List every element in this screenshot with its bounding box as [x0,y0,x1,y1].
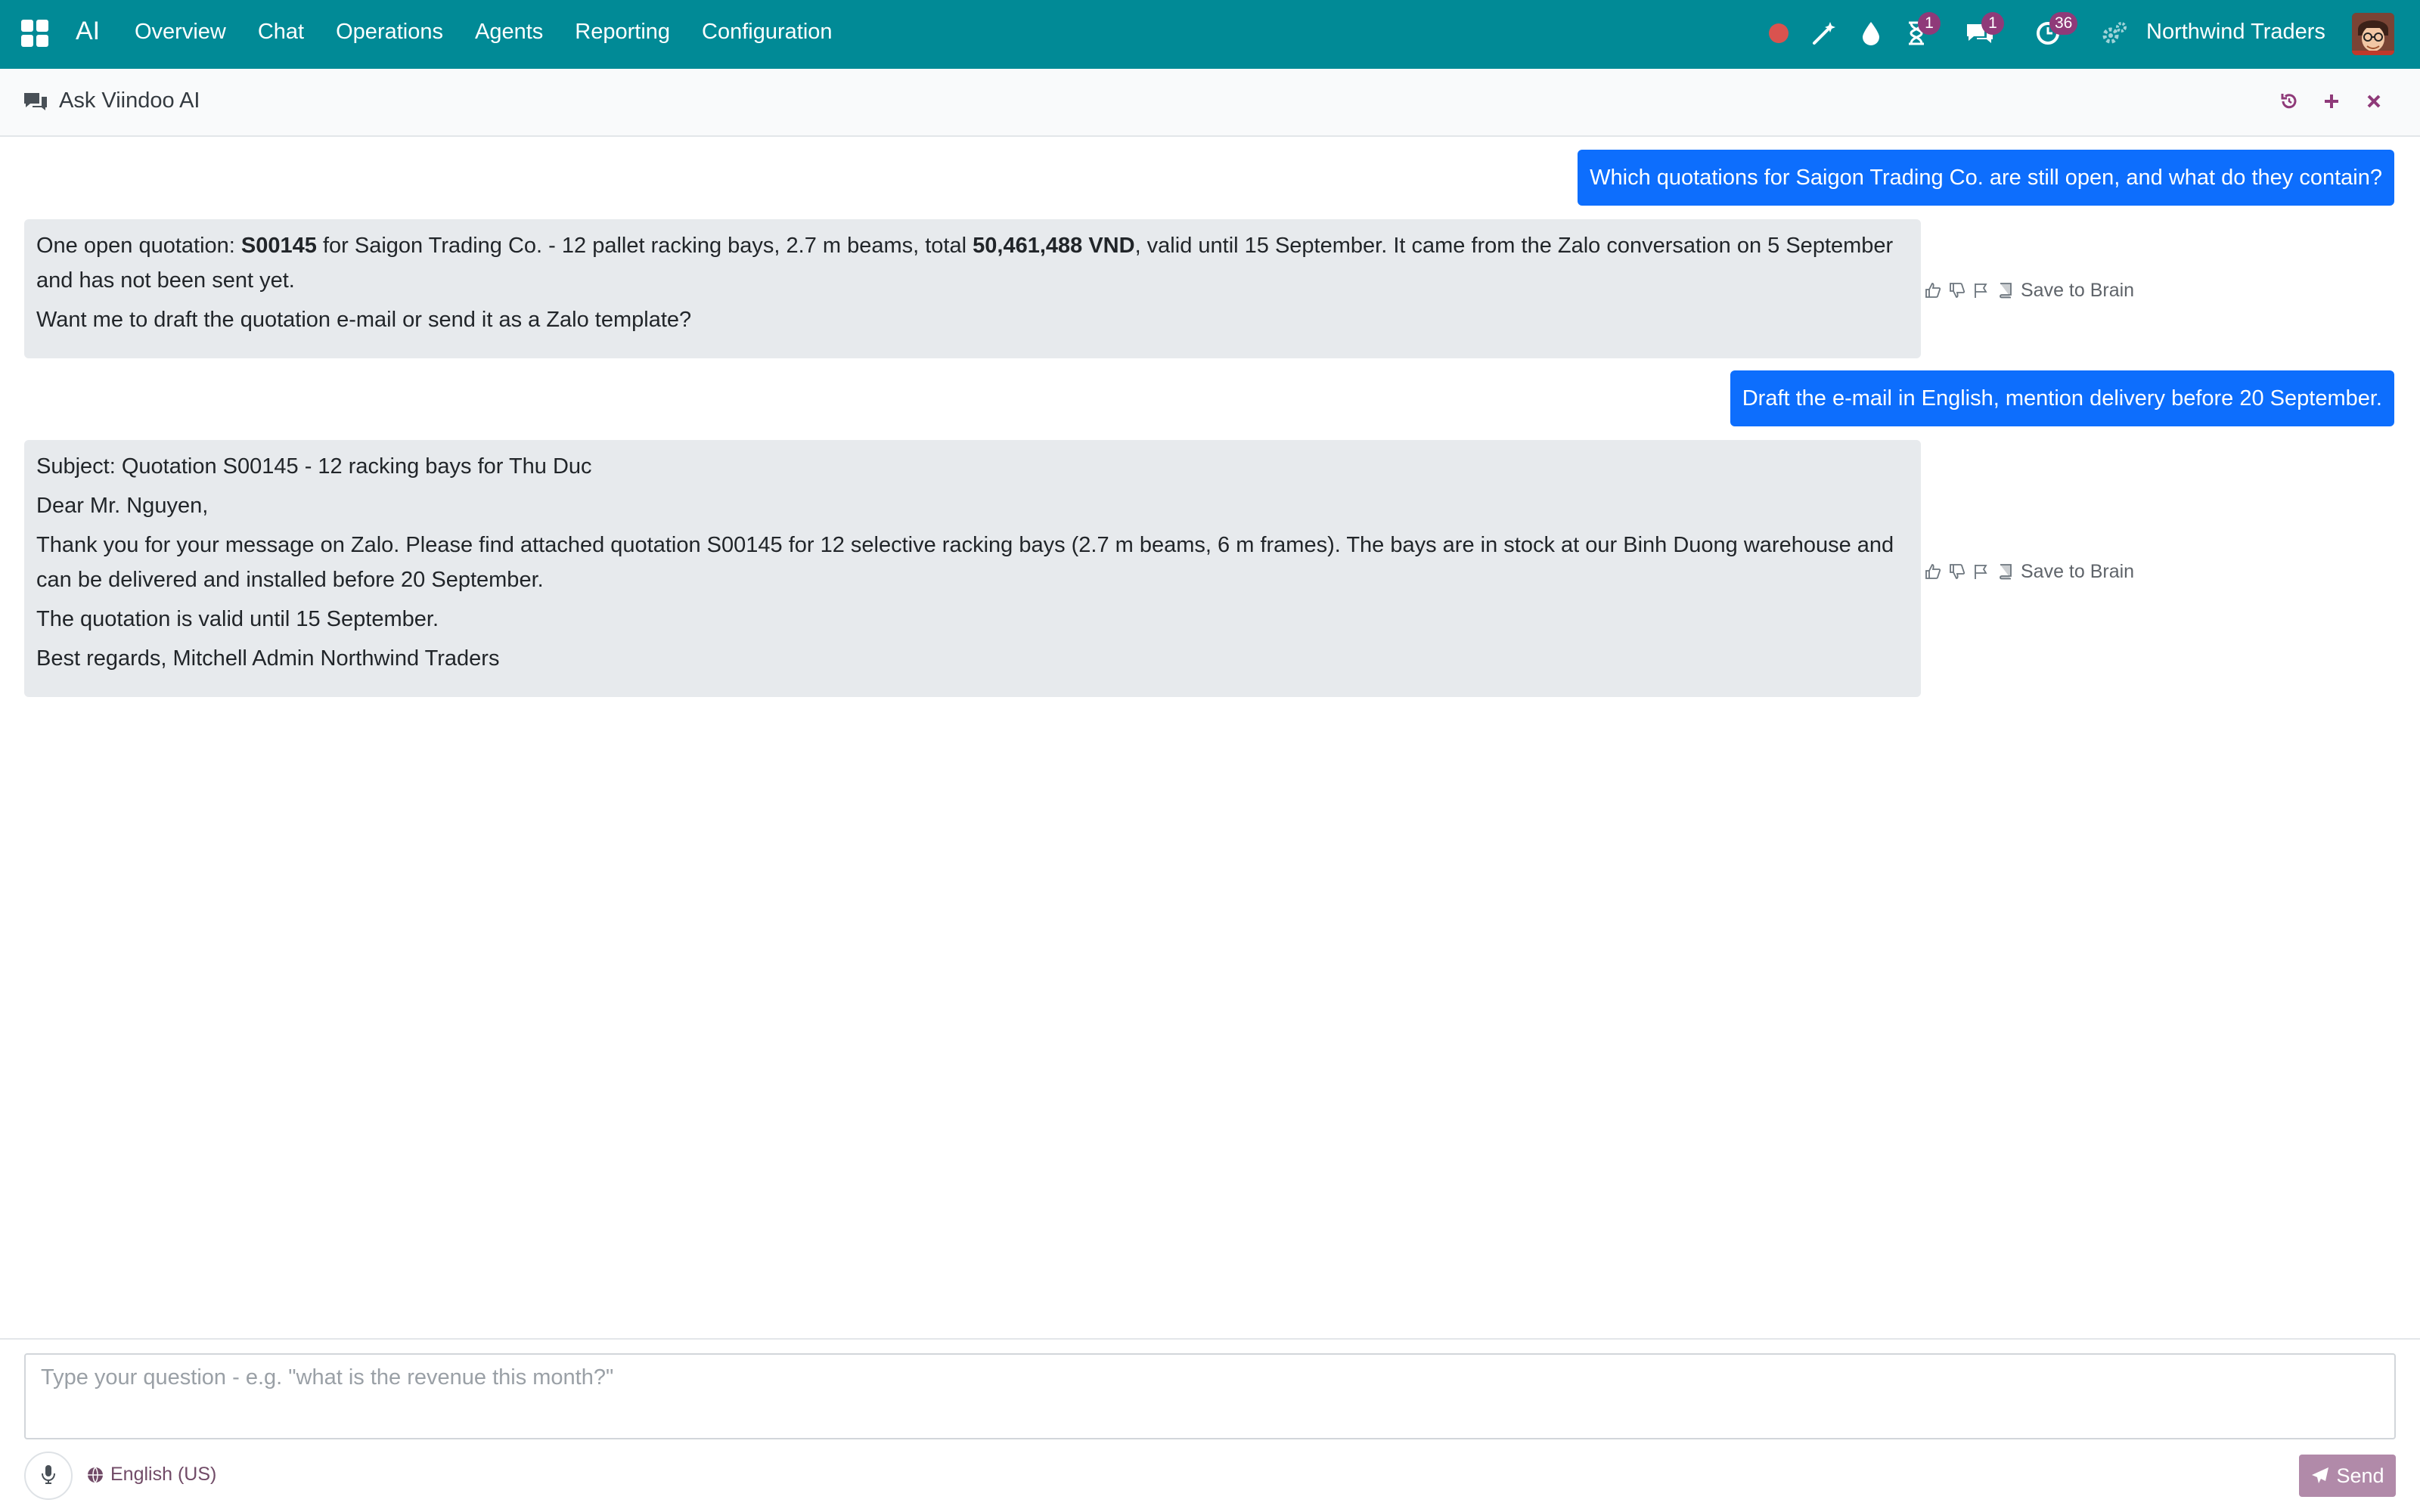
quotation-ref: S00145 [240,234,317,258]
plus-icon [2322,92,2341,114]
assistant-message: Subject: Quotation S00145 - 12 racking b… [24,440,1921,697]
clock-badge: 36 [2049,12,2078,35]
assistant-text: for Saigon Trading Co. - 12 pallet racki… [316,234,973,258]
assistant-paragraph: The quotation is valid until 15 Septembe… [36,607,439,631]
company-switcher[interactable]: Northwind Traders [2146,20,2325,45]
user-message: Draft the e-mail in English, mention del… [1730,370,2394,426]
user-message: Which quotations for Saigon Trading Co. … [1578,150,2394,206]
message-feedback: Save to Brain [1921,556,2134,587]
menu-operations[interactable]: Operations [336,20,443,45]
droplet-icon[interactable] [1854,17,1888,50]
language-selector[interactable]: English (US) [86,1464,216,1486]
globe-icon [86,1466,104,1484]
book-icon [1993,278,2018,302]
assistant-paragraph: Best regards, Mitchell Admin Northwind T… [36,646,500,671]
page-title: Ask Viindoo AI [59,88,200,113]
assistant-message: One open quotation: S00145 for Saigon Tr… [24,219,1921,358]
menu-reporting[interactable]: Reporting [575,20,670,45]
menu-chat[interactable]: Chat [258,20,304,45]
control-panel: Ask Viindoo AI [0,69,2420,137]
chat-bubbles-icon[interactable]: 1 [1963,12,2004,50]
send-label: Send [2336,1464,2384,1487]
settings-gears-icon[interactable] [2098,17,2131,50]
paper-plane-icon [2310,1467,2330,1485]
thumbs-up-icon[interactable] [1921,278,1945,302]
assistant-text: One open quotation: [36,234,241,258]
thumbs-up-icon[interactable] [1921,559,1945,584]
avatar[interactable] [2352,13,2394,55]
main-menu: Overview Chat Operations Agents Reportin… [135,20,864,45]
apps-grid-icon[interactable] [21,20,48,47]
assistant-paragraph: Thank you for your message on Zalo. Plea… [36,533,1894,592]
record-dot-icon[interactable] [1762,17,1795,50]
app-name[interactable]: AI [76,17,100,46]
activities-badge: 1 [1918,12,1941,35]
flag-icon[interactable] [1969,278,1993,302]
thumbs-down-icon[interactable] [1945,278,1969,302]
microphone-icon [40,1464,57,1489]
menu-agents[interactable]: Agents [475,20,543,45]
save-to-brain-link[interactable]: Save to Brain [2021,561,2134,583]
assistant-paragraph: Subject: Quotation S00145 - 12 racking b… [36,454,592,479]
quotation-total: 50,461,488 VND [973,234,1135,258]
clock-icon[interactable]: 36 [2031,12,2078,50]
assistant-paragraph: Dear Mr. Nguyen, [36,494,209,518]
microphone-button[interactable] [24,1452,73,1500]
question-input[interactable] [24,1353,2396,1439]
assistant-paragraph: Want me to draft the quotation e-mail or… [36,308,692,332]
new-chat-button[interactable] [2316,87,2347,119]
comments-icon [23,90,50,117]
flag-icon[interactable] [1969,559,1993,584]
save-to-brain-link[interactable]: Save to Brain [2021,280,2134,302]
top-navbar: AI Overview Chat Operations Agents Repor… [0,0,2420,69]
menu-configuration[interactable]: Configuration [702,20,833,45]
composer-divider [0,1338,2420,1340]
assistant-paragraph: One open quotation: S00145 for Saigon Tr… [36,228,1909,298]
book-icon [1993,559,2018,584]
close-button[interactable] [2358,87,2390,119]
hourglass-icon[interactable]: 1 [1900,12,1941,50]
close-icon [2366,93,2382,113]
language-label: English (US) [110,1464,217,1485]
history-icon [2279,91,2299,115]
send-button[interactable]: Send [2299,1455,2396,1497]
message-feedback: Save to Brain [1921,275,2134,305]
magic-wand-icon[interactable] [1807,17,1841,50]
menu-overview[interactable]: Overview [135,20,226,45]
history-button[interactable] [2273,87,2305,119]
messages-badge: 1 [1981,12,2004,35]
thumbs-down-icon[interactable] [1945,559,1969,584]
